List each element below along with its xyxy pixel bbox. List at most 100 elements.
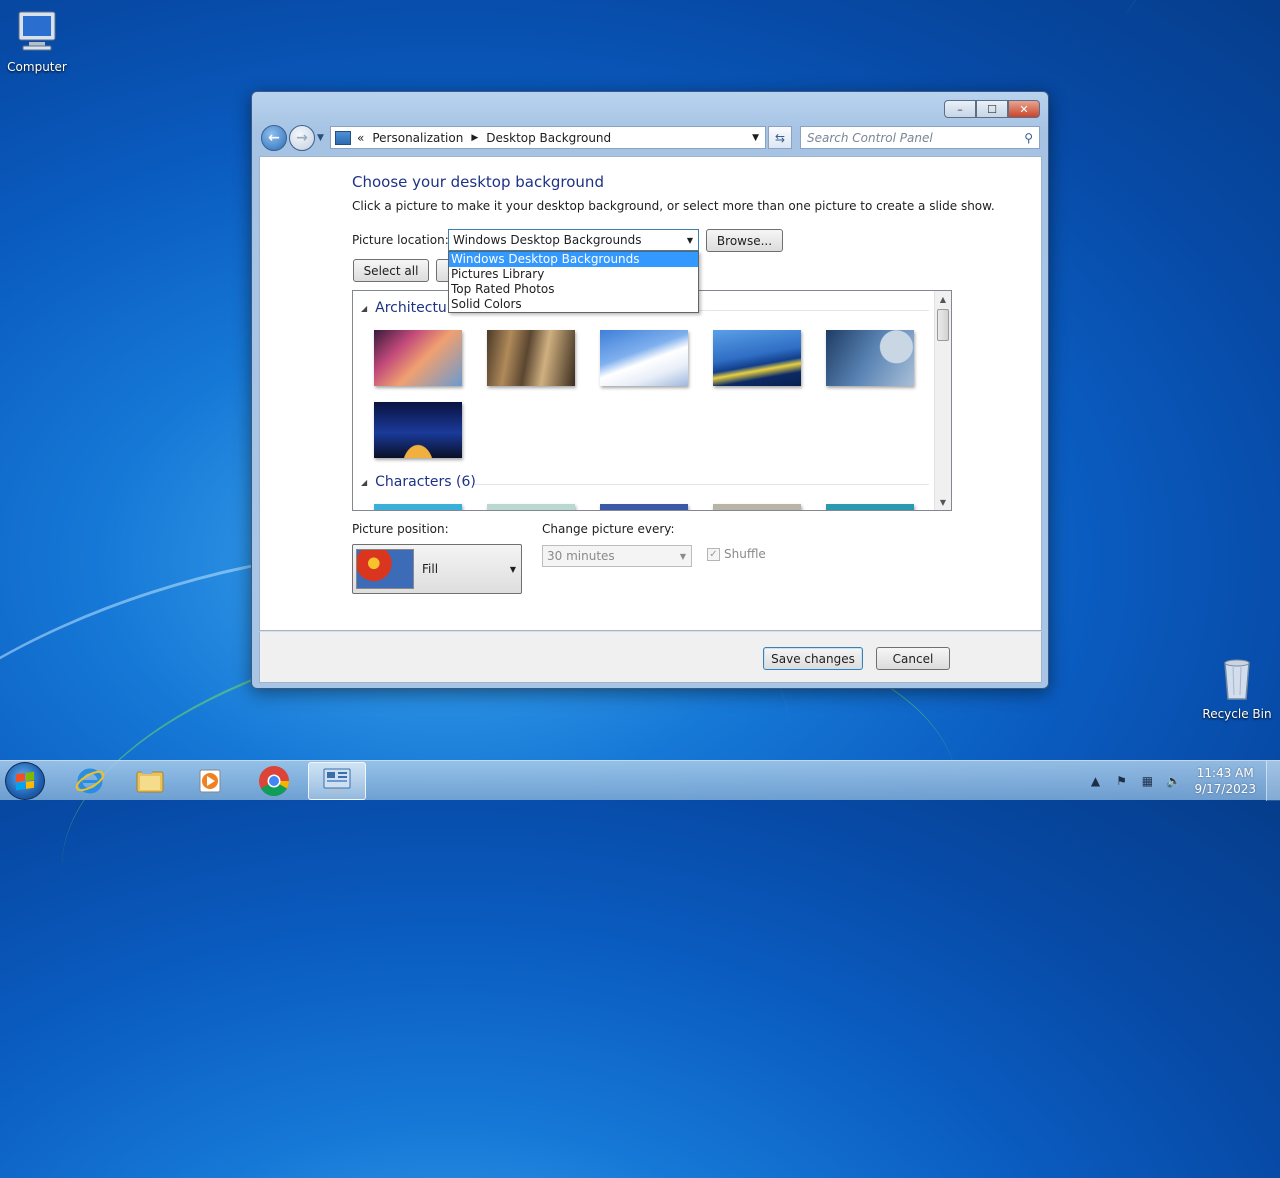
- forward-button[interactable]: →: [289, 125, 315, 151]
- picture-position-select[interactable]: Fill ▼: [352, 544, 522, 594]
- page-description: Click a picture to make it your desktop …: [352, 199, 995, 213]
- refresh-icon: ⇆: [774, 130, 786, 145]
- location-option[interactable]: Pictures Library: [449, 267, 698, 282]
- collapse-triangle-icon: ◢: [361, 477, 368, 487]
- location-option[interactable]: Top Rated Photos: [449, 282, 698, 297]
- search-icon[interactable]: ⚲: [1024, 131, 1033, 145]
- clock-date: 9/17/2023: [1194, 782, 1256, 796]
- arrow-left-icon: ←: [268, 130, 280, 146]
- content-pane: Choose your desktop background Click a p…: [259, 156, 1042, 631]
- select-all-button[interactable]: Select all: [353, 259, 429, 282]
- group-header-architecture[interactable]: ◢ Architecture: [361, 300, 461, 316]
- position-preview-image: [356, 549, 414, 589]
- internet-explorer-icon: [75, 768, 105, 794]
- clock[interactable]: 11:43 AM 9/17/2023: [1194, 765, 1256, 797]
- picture-gallery[interactable]: ◢ Architecture ◢ Characters (6) ▲ ▼: [352, 290, 952, 511]
- scrollbar-thumb[interactable]: [937, 309, 949, 341]
- search-input[interactable]: Search Control Panel ⚲: [800, 126, 1040, 149]
- chevron-down-icon: ▼: [509, 564, 516, 574]
- shuffle-checkbox[interactable]: ✓ Shuffle: [707, 547, 766, 561]
- show-hidden-icons-chevron-up-icon[interactable]: ▲: [1087, 773, 1103, 789]
- shuffle-label: Shuffle: [724, 547, 766, 561]
- location-option[interactable]: Solid Colors: [449, 297, 698, 312]
- breadcrumb-prefix[interactable]: «: [357, 131, 364, 145]
- picture-location-select[interactable]: Windows Desktop Backgrounds ▼: [448, 229, 699, 251]
- folder-icon: [136, 769, 164, 793]
- picture-location-dropdown: Windows Desktop Backgrounds Pictures Lib…: [448, 251, 699, 313]
- wallpaper-thumbnail[interactable]: [374, 330, 462, 386]
- wallpaper-thumbnail[interactable]: [826, 504, 914, 510]
- navigation-bar: ← → ▼ « Personalization ▶ Desktop Backgr…: [260, 125, 1040, 151]
- maximize-button[interactable]: ☐: [976, 100, 1008, 118]
- wallpaper-thumbnail[interactable]: [713, 330, 801, 386]
- group-header-characters[interactable]: ◢ Characters (6): [361, 474, 476, 490]
- windows-logo-icon: [16, 771, 34, 791]
- recycle-bin-icon: [1213, 655, 1261, 703]
- picture-location-label: Picture location:: [352, 233, 449, 247]
- control-panel-icon: [323, 768, 351, 793]
- picture-location-value: Windows Desktop Backgrounds: [453, 233, 642, 247]
- wallpaper-thumbnail[interactable]: [374, 402, 462, 458]
- network-icon[interactable]: ▦: [1139, 773, 1155, 789]
- chevron-down-icon: ▼: [686, 235, 693, 245]
- wallpaper-thumbnail[interactable]: [600, 504, 688, 510]
- address-chevron-down-icon[interactable]: ▼: [752, 133, 759, 143]
- desktop-background-window: – ☐ ✕ ← → ▼ « Personalization ▶ Desktop …: [251, 91, 1049, 689]
- taskbar: ▲ ⚑ ▦ 🔈 11:43 AM 9/17/2023: [0, 760, 1280, 801]
- scroll-down-arrow-icon[interactable]: ▼: [935, 494, 951, 510]
- recycle-bin-label: Recycle Bin: [1202, 707, 1272, 721]
- change-picture-interval-select[interactable]: 30 minutes ▼: [542, 545, 692, 567]
- windows-explorer-taskbar-button[interactable]: [121, 762, 179, 800]
- save-changes-button[interactable]: Save changes: [763, 647, 863, 670]
- picture-position-value: Fill: [422, 562, 439, 576]
- search-placeholder: Search Control Panel: [807, 130, 933, 145]
- wallpaper-thumbnail[interactable]: [487, 330, 575, 386]
- wallpaper-thumbnail[interactable]: [713, 504, 801, 510]
- collapse-triangle-icon: ◢: [361, 303, 368, 313]
- back-button[interactable]: ←: [261, 125, 287, 151]
- address-bar[interactable]: « Personalization ▶ Desktop Background ▼: [330, 126, 766, 149]
- scroll-up-arrow-icon[interactable]: ▲: [935, 291, 951, 307]
- media-player-taskbar-button[interactable]: [181, 762, 239, 800]
- cancel-button[interactable]: Cancel: [876, 647, 950, 670]
- volume-muted-icon[interactable]: 🔈: [1165, 773, 1181, 789]
- wallpaper-thumbnail[interactable]: [826, 330, 914, 386]
- clock-time: 11:43 AM: [1196, 766, 1254, 780]
- chrome-icon: [259, 766, 289, 797]
- start-button[interactable]: [5, 762, 45, 800]
- close-button[interactable]: ✕: [1008, 100, 1040, 118]
- group-divider: [475, 484, 929, 485]
- browse-button[interactable]: Browse...: [706, 229, 783, 252]
- computer-icon: [13, 8, 61, 56]
- wallpaper-thumbnail[interactable]: [374, 504, 462, 510]
- recent-pages-chevron-down-icon[interactable]: ▼: [317, 133, 324, 143]
- computer-desktop-icon[interactable]: Computer: [2, 8, 72, 74]
- group-title: Characters (6): [375, 474, 476, 490]
- wallpaper-thumbnail[interactable]: [600, 330, 688, 386]
- recycle-bin-desktop-icon[interactable]: Recycle Bin: [1202, 655, 1272, 721]
- checkmark-icon: ✓: [707, 547, 720, 561]
- picture-position-label: Picture position:: [352, 522, 449, 536]
- chrome-taskbar-button[interactable]: [245, 762, 303, 800]
- window-controls: – ☐ ✕: [944, 100, 1040, 118]
- arrow-right-icon: →: [296, 130, 308, 146]
- location-option[interactable]: Windows Desktop Backgrounds: [449, 252, 698, 267]
- breadcrumb-personalization[interactable]: Personalization: [372, 131, 463, 145]
- media-player-icon: [199, 769, 221, 793]
- breadcrumb-separator-icon[interactable]: ▶: [471, 133, 478, 143]
- system-tray: ▲ ⚑ ▦ 🔈 11:43 AM 9/17/2023: [1082, 761, 1280, 801]
- refresh-button[interactable]: ⇆: [768, 126, 792, 149]
- internet-explorer-taskbar-button[interactable]: [61, 762, 119, 800]
- change-picture-label: Change picture every:: [542, 522, 675, 536]
- action-center-flag-icon[interactable]: ⚑: [1113, 773, 1129, 789]
- control-panel-taskbar-button[interactable]: [308, 762, 366, 800]
- control-panel-icon: [335, 130, 351, 145]
- breadcrumb-desktop-background[interactable]: Desktop Background: [486, 131, 611, 145]
- minimize-button[interactable]: –: [944, 100, 976, 118]
- chevron-down-icon: ▼: [679, 551, 686, 561]
- wallpaper-thumbnail[interactable]: [487, 504, 575, 510]
- wallpaper-streak: [1050, 0, 1280, 335]
- show-desktop-button[interactable]: [1266, 761, 1280, 801]
- gallery-scrollbar[interactable]: ▲ ▼: [934, 291, 951, 510]
- computer-label: Computer: [7, 60, 67, 74]
